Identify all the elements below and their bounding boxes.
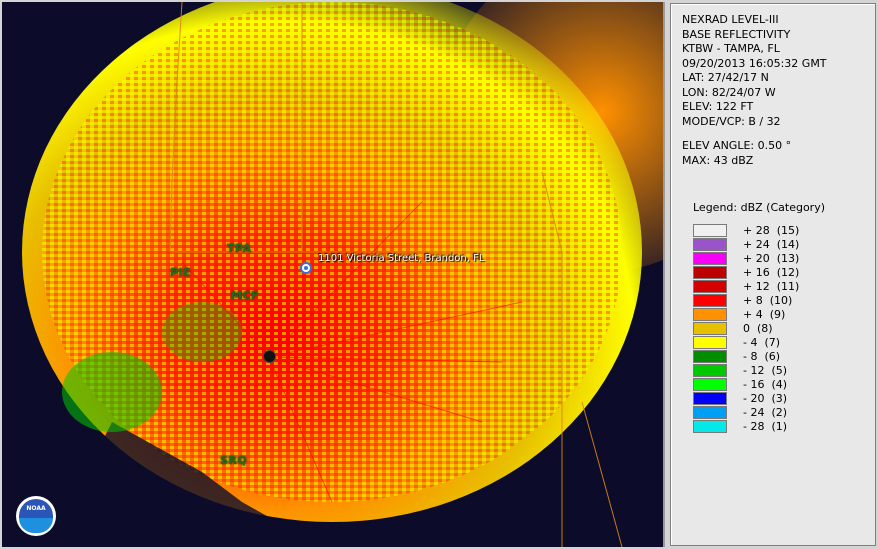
legend-label: - 8 (6) — [743, 350, 781, 363]
legend-swatch — [693, 336, 727, 349]
site-label-pie: PIE — [170, 266, 192, 279]
legend-swatch — [693, 294, 727, 307]
legend-label: - 16 (4) — [743, 378, 788, 391]
mode-vcp: MODE/VCP: B / 32 — [682, 114, 781, 128]
legend-swatch — [693, 280, 727, 293]
radar-viewer: 1101 Victoria Street, Brandon, FL TPA PI… — [0, 0, 878, 549]
legend-swatch — [693, 322, 727, 335]
legend-swatch — [693, 364, 727, 377]
site-label-tpa: TPA — [227, 242, 252, 255]
scan-datetime: 09/20/2013 16:05:32 GMT — [682, 56, 827, 70]
legend-label: + 16 (12) — [743, 266, 800, 279]
legend-swatch — [693, 252, 727, 265]
legend-label: + 12 (11) — [743, 280, 800, 293]
legend-label: - 24 (2) — [743, 406, 788, 419]
legend-label: + 24 (14) — [743, 238, 800, 251]
legend-swatch — [693, 308, 727, 321]
legend-swatch — [693, 392, 727, 405]
station-elev: ELEV: 122 FT — [682, 100, 754, 113]
site-label-mcf: MCF — [231, 289, 260, 302]
legend-swatch — [693, 224, 727, 237]
radar-map[interactable]: 1101 Victoria Street, Brandon, FL TPA PI… — [2, 2, 665, 547]
product-name: NEXRAD LEVEL-III — [682, 13, 779, 26]
station-name: KTBW - TAMPA, FL — [682, 42, 780, 55]
legend-label: - 28 (1) — [743, 420, 788, 433]
legend-swatch — [693, 238, 727, 251]
noaa-logo-text: NOAA — [26, 505, 46, 512]
legend-swatch — [693, 378, 727, 391]
legend-label: + 20 (13) — [743, 252, 800, 265]
legend-label: 0 (8) — [743, 322, 773, 335]
legend-label: - 20 (3) — [743, 392, 788, 405]
legend-label: - 4 (7) — [743, 336, 781, 349]
product-type: BASE REFLECTIVITY — [682, 27, 791, 41]
legend-label: + 8 (10) — [743, 294, 793, 307]
legend-swatch — [693, 266, 727, 279]
site-label-srq: SRQ — [220, 454, 248, 467]
reflectivity-layer — [2, 2, 663, 547]
legend-title: Legend: dBZ (Category) — [693, 201, 825, 214]
location-marker[interactable] — [300, 262, 312, 274]
legend-label: + 4 (9) — [743, 308, 786, 321]
info-panel: NEXRAD LEVEL-III BASE REFLECTIVITY KTBW … — [670, 3, 876, 546]
legend-swatch — [693, 406, 727, 419]
legend-swatch — [693, 350, 727, 363]
radar-site-icon — [263, 350, 276, 363]
elev-angle: ELEV ANGLE: 0.50 ° — [682, 139, 792, 152]
address-label: 1101 Victoria Street, Brandon, FL — [318, 253, 485, 264]
legend-label: - 12 (5) — [743, 364, 788, 377]
legend-label: + 28 (15) — [743, 224, 800, 237]
legend-swatch — [693, 420, 727, 433]
station-lat: LAT: 27/42/17 N — [682, 71, 769, 84]
noaa-logo-icon: NOAA — [16, 496, 56, 536]
station-lon: LON: 82/24/07 W — [682, 85, 776, 99]
max-dbz: MAX: 43 dBZ — [682, 153, 754, 167]
green-echo-west — [62, 352, 162, 432]
